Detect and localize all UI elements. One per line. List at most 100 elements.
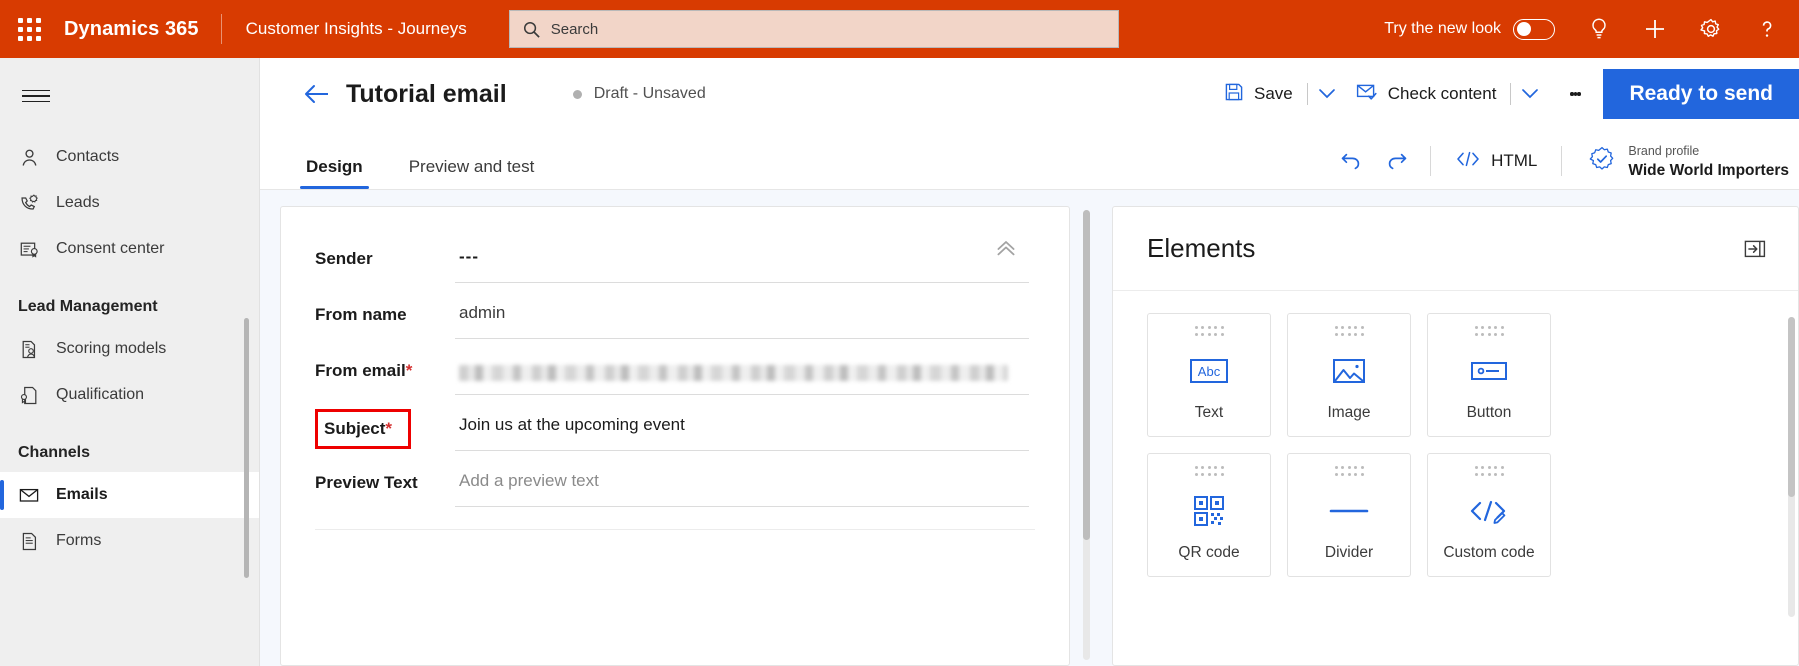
element-card-text[interactable]: Abc Text <box>1147 313 1271 437</box>
tab-preview-and-test[interactable]: Preview and test <box>403 157 541 189</box>
field-row-subject: Subject* Join us at the upcoming event <box>281 405 1069 461</box>
sidebar-item-consent-center[interactable]: Consent center <box>0 226 259 272</box>
nav-primary-list: Contacts Leads Consent center <box>0 134 259 272</box>
sidebar-item-qualification[interactable]: Qualification <box>0 372 259 418</box>
hamburger-icon[interactable] <box>12 72 60 120</box>
check-content-button[interactable]: Check content <box>1344 73 1509 115</box>
status-dot-icon <box>572 89 582 99</box>
back-arrow-icon[interactable] <box>300 77 334 111</box>
main-region: Tutorial email Draft - Unsaved Save Chec… <box>260 58 1799 666</box>
field-label-sender: Sender <box>315 237 455 269</box>
sidebar-scrollbar[interactable] <box>244 318 249 578</box>
required-asterisk: * <box>405 361 413 380</box>
new-look-switch[interactable] <box>1513 18 1555 40</box>
envelope-check-icon <box>1356 82 1378 107</box>
try-new-look-toggle[interactable]: Try the new look <box>1368 18 1571 40</box>
lightbulb-icon[interactable] <box>1571 0 1627 58</box>
text-abc-icon: Abc <box>1189 350 1229 392</box>
required-asterisk: * <box>385 419 393 438</box>
label-text: Sender <box>315 249 373 268</box>
element-card-image[interactable]: Image <box>1287 313 1411 437</box>
email-header-card: Sender --- From name admin From email* S… <box>280 206 1070 666</box>
drag-handle-icon[interactable] <box>1474 466 1504 476</box>
element-label: Button <box>1466 403 1512 421</box>
drag-handle-icon[interactable] <box>1334 466 1364 476</box>
field-value-from-name[interactable]: admin <box>455 293 1029 339</box>
plus-icon[interactable] <box>1627 0 1683 58</box>
search-icon <box>522 20 541 39</box>
field-value-subject[interactable]: Join us at the upcoming event <box>455 405 1029 451</box>
sidebar-item-contacts[interactable]: Contacts <box>0 134 259 180</box>
command-separator <box>1510 83 1512 105</box>
save-button[interactable]: Save <box>1212 73 1305 115</box>
sidebar-item-forms[interactable]: Forms <box>0 518 259 564</box>
canvas-scrollbar[interactable] <box>1083 210 1090 660</box>
save-icon <box>1224 82 1244 107</box>
svg-text:Abc: Abc <box>1198 364 1221 379</box>
check-content-label: Check content <box>1387 84 1497 103</box>
status-badge: Draft - Unsaved <box>572 85 706 103</box>
left-navigation: Contacts Leads Consent center Lead Manag… <box>0 58 260 666</box>
brand-title[interactable]: Dynamics 365 <box>58 18 221 41</box>
tab-label: Design <box>306 157 363 176</box>
chevron-double-up-icon[interactable] <box>991 233 1021 263</box>
sidebar-item-label: Emails <box>56 486 108 503</box>
sidebar-item-label: Qualification <box>56 386 145 403</box>
sidebar-item-leads[interactable]: Leads <box>0 180 259 226</box>
tab-design[interactable]: Design <box>300 157 369 189</box>
tab-strip: Design Preview and test HTML Brand profi… <box>260 130 1799 190</box>
drag-handle-icon[interactable] <box>1194 466 1224 476</box>
search-input[interactable]: Search <box>508 10 1119 48</box>
brand-profile-button[interactable]: Brand profile Wide World Importers <box>1572 141 1799 181</box>
check-content-chevron-down-icon[interactable] <box>1513 73 1547 115</box>
save-chevron-down-icon[interactable] <box>1310 73 1344 115</box>
element-card-divider[interactable]: Divider <box>1287 453 1411 577</box>
top-app-bar: Dynamics 365 Customer Insights - Journey… <box>0 0 1799 58</box>
app-launcher-icon[interactable] <box>0 0 58 58</box>
field-value-sender[interactable]: --- <box>455 237 1029 283</box>
field-value-from-email[interactable] <box>455 349 1029 395</box>
help-icon[interactable] <box>1739 0 1795 58</box>
collapse-panel-icon[interactable] <box>1738 232 1772 266</box>
field-row-sender: Sender --- <box>281 237 1069 293</box>
html-button[interactable]: HTML <box>1441 139 1551 183</box>
sidebar-item-label: Leads <box>56 194 100 211</box>
redo-icon[interactable] <box>1374 139 1420 183</box>
elements-panel: Elements Abc Text Image Button QR code D… <box>1112 206 1799 666</box>
save-label: Save <box>1254 84 1293 103</box>
ready-to-send-button[interactable]: Ready to send <box>1603 69 1799 119</box>
sidebar-item-emails[interactable]: Emails <box>0 472 259 518</box>
html-label: HTML <box>1491 151 1538 170</box>
field-value-preview-text[interactable]: Add a preview text <box>455 461 1029 507</box>
more-vertical-icon[interactable] <box>1555 73 1595 115</box>
element-card-qr-code[interactable]: QR code <box>1147 453 1271 577</box>
element-card-custom-code[interactable]: Custom code <box>1427 453 1551 577</box>
elements-panel-scrollbar[interactable] <box>1788 317 1795 617</box>
field-row-from-email: From email* <box>281 349 1069 405</box>
search-placeholder: Search <box>550 20 599 38</box>
qr-code-icon <box>1193 490 1225 532</box>
element-label: Image <box>1327 403 1371 421</box>
field-row-from-name: From name admin <box>281 293 1069 349</box>
drag-handle-icon[interactable] <box>1194 326 1224 336</box>
app-name-label[interactable]: Customer Insights - Journeys <box>222 19 491 39</box>
drag-handle-icon[interactable] <box>1474 326 1504 336</box>
field-label-preview-text: Preview Text <box>315 461 455 493</box>
design-toolbar: HTML Brand profile Wide World Importers <box>1328 139 1799 189</box>
element-card-button[interactable]: Button <box>1427 313 1551 437</box>
brand-profile-label: Brand profile <box>1628 144 1700 158</box>
email-canvas-wrapper: Sender --- From name admin From email* S… <box>280 206 1090 666</box>
sidebar-item-scoring-models[interactable]: Scoring models <box>0 326 259 372</box>
tab-label: Preview and test <box>408 157 535 176</box>
label-text: From name <box>315 305 407 324</box>
redacted-email-value <box>459 365 1009 381</box>
consent-center-icon <box>18 239 40 260</box>
page-title: Tutorial email <box>346 79 507 108</box>
drag-handle-icon[interactable] <box>1334 326 1364 336</box>
sidebar-item-label: Scoring models <box>56 340 167 357</box>
topbar-actions: Try the new look <box>1368 0 1799 58</box>
gear-icon[interactable] <box>1683 0 1739 58</box>
undo-icon[interactable] <box>1328 139 1374 183</box>
command-separator <box>1306 83 1308 105</box>
sidebar-item-label: Forms <box>56 532 102 549</box>
